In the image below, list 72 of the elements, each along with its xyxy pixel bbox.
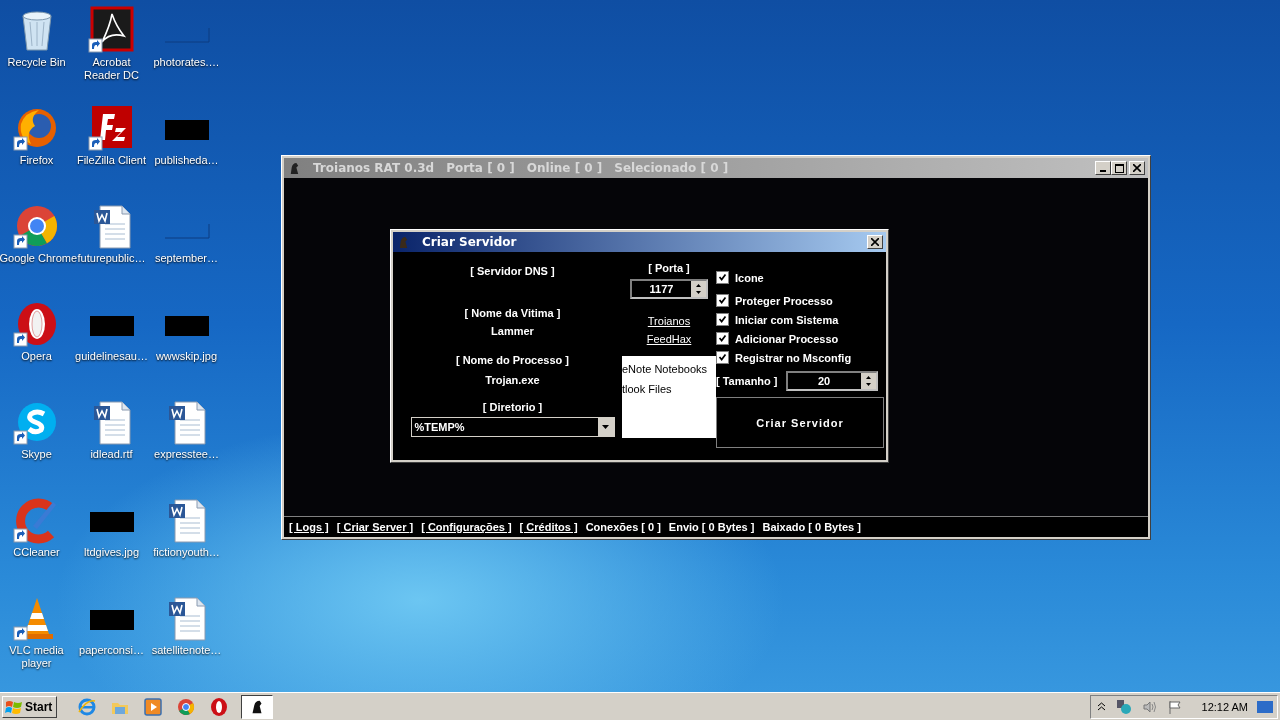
checkbox[interactable] (716, 351, 729, 364)
desktop-icon-label[interactable]: Firefox (0, 154, 74, 167)
title-status-text: Selecionado [ 0 ] (614, 161, 729, 175)
status-text: Conexões [ 0 ] (585, 521, 661, 533)
checkbox[interactable] (716, 313, 729, 326)
desktop-icon-label[interactable]: expresstee… (149, 448, 224, 461)
desktop-icon-label[interactable]: CCleaner (0, 546, 74, 559)
desktop-icon-label[interactable]: ltdgives.jpg (74, 546, 149, 559)
size-spinner[interactable]: 20 (785, 371, 878, 391)
start-button[interactable]: Start (2, 695, 58, 718)
quick-launch-icon[interactable] (209, 696, 230, 717)
link[interactable]: FeedHax (646, 333, 692, 345)
port-spinner[interactable]: 1177 (630, 279, 708, 299)
close-button[interactable] (867, 235, 883, 249)
status-text: Baixado [ 0 Bytes ] (762, 521, 861, 533)
field-value: Lammer (491, 325, 534, 337)
field-label: [ Diretorio ] (482, 401, 543, 413)
desktop-icon-label[interactable]: Skype (0, 448, 74, 461)
desktop-icon-label[interactable]: idlead.rtf (74, 448, 149, 461)
field-label: [ Nome do Processo ] (455, 354, 570, 366)
checkbox-label: Adicionar Processo (735, 332, 839, 345)
popup-item[interactable]: eNote Notebooks (622, 363, 716, 375)
checkbox[interactable] (716, 271, 729, 284)
clock[interactable]: 12:12 AM (1201, 700, 1248, 713)
checkbox[interactable] (716, 294, 729, 307)
desktop-icon-label[interactable]: Opera (0, 350, 74, 363)
checkbox-label: Registrar no Msconfig (735, 351, 852, 364)
field-value: Trojan.exe (485, 374, 540, 386)
chevron-up-icon[interactable] (1096, 702, 1106, 711)
status-link[interactable]: [ Criar Server ] (336, 521, 414, 533)
checkbox[interactable] (716, 332, 729, 345)
status-link[interactable]: [ Logs ] (289, 521, 329, 533)
desktop-icon-label[interactable]: Recycle Bin (0, 56, 74, 69)
status-text: Envio [ 0 Bytes ] (668, 521, 755, 533)
desktop-icon-label[interactable]: wwwskip.jpg (149, 350, 224, 363)
desktop-icon-label[interactable]: guidelinesau… (74, 350, 149, 363)
maximize-icon (1114, 163, 1124, 173)
quick-launch-icon[interactable] (176, 696, 197, 717)
field-label: [ Servidor DNS ] (470, 265, 555, 277)
field-label: [ Nome da Vitima ] (464, 307, 561, 319)
window-title: Troianos RAT 0.3d (313, 161, 435, 175)
checkbox-label: Icone (735, 271, 764, 284)
start-logo-icon (5, 698, 23, 715)
app-icon (288, 161, 301, 175)
close-icon (1133, 164, 1141, 172)
taskbar-button[interactable] (241, 694, 274, 719)
desktop-icon-label[interactable]: Acrobat Reader DC (74, 56, 149, 82)
network-icon[interactable] (1114, 698, 1133, 715)
dialog-title: Criar Servidor (422, 235, 517, 249)
quick-launch-icon[interactable] (143, 696, 164, 717)
status-link[interactable]: [ Configurações ] (421, 521, 512, 533)
field-label: [ Porta ] (648, 262, 690, 274)
directory-dropdown[interactable]: %TEMP% (410, 417, 615, 437)
field-label: [ Tamanho ] (716, 375, 778, 387)
create-server-button[interactable]: Criar Servidor (716, 397, 884, 448)
link[interactable]: Troianos (647, 315, 691, 327)
app-icon (397, 235, 410, 249)
desktop-icon-label[interactable]: VLC media player (0, 644, 74, 670)
caret-icon (602, 425, 609, 429)
desktop-icon-label[interactable]: FileZilla Client (74, 154, 149, 167)
show-desktop-icon[interactable] (1257, 699, 1273, 714)
desktop-icon-label[interactable]: september… (149, 252, 224, 265)
desktop-icon-label[interactable]: photorates.… (149, 56, 224, 69)
status-link[interactable]: [ Créditos ] (519, 521, 578, 533)
desktop-icon-label[interactable]: publisheda… (149, 154, 224, 167)
title-status-text: Porta [ 0 ] (446, 161, 515, 175)
flag-icon[interactable] (1166, 698, 1183, 715)
close-icon (871, 238, 879, 246)
title-status-text: Online [ 0 ] (526, 161, 603, 175)
checkbox-label: Iniciar com Sistema (735, 313, 839, 326)
checkbox-label: Proteger Processo (735, 294, 833, 307)
popup-item[interactable]: tlook Files (622, 383, 716, 395)
